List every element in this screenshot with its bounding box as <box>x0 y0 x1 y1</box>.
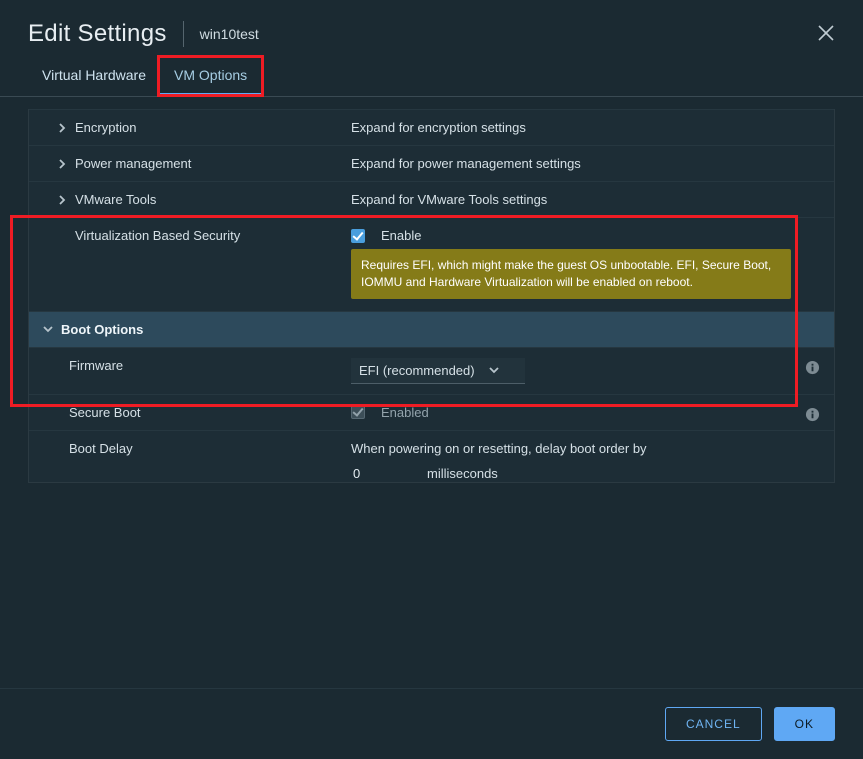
row-secure-boot: Secure Boot Enabled <box>29 394 834 430</box>
title-divider <box>183 21 184 47</box>
dialog-tabs: Virtual Hardware VM Options <box>0 58 863 97</box>
power-label: Power management <box>75 156 191 171</box>
boot-delay-help: When powering on or resetting, delay boo… <box>351 441 647 456</box>
firmware-select[interactable]: EFI (recommended) <box>351 358 525 384</box>
vbs-warning: Requires EFI, which might make the guest… <box>351 249 791 299</box>
tools-label: VMware Tools <box>75 192 156 207</box>
chevron-right-icon <box>57 123 67 133</box>
tools-hint: Expand for VMware Tools settings <box>351 192 547 207</box>
info-icon[interactable] <box>805 360 820 375</box>
secure-boot-wrapper: Enabled <box>351 405 429 420</box>
vm-name: win10test <box>200 26 259 42</box>
secure-boot-checkbox <box>351 405 365 419</box>
vbs-enable-wrapper[interactable]: Enable <box>351 228 421 243</box>
encryption-label: Encryption <box>75 120 136 135</box>
firmware-label: Firmware <box>69 358 123 373</box>
row-boot-options[interactable]: Boot Options <box>29 311 834 347</box>
boot-delay-label: Boot Delay <box>69 441 133 456</box>
row-vmware-tools[interactable]: VMware Tools Expand for VMware Tools set… <box>29 181 834 217</box>
row-vbs: Virtualization Based Security Enable Req… <box>29 217 834 311</box>
dialog-footer: CANCEL OK <box>0 688 863 759</box>
row-encryption[interactable]: Encryption Expand for encryption setting… <box>29 109 834 145</box>
boot-delay-unit: milliseconds <box>427 466 498 481</box>
ok-button[interactable]: OK <box>774 707 835 741</box>
row-firmware: Firmware EFI (recommended) <box>29 347 834 394</box>
chevron-down-icon <box>489 365 499 375</box>
row-power-management[interactable]: Power management Expand for power manage… <box>29 145 834 181</box>
vbs-label: Virtualization Based Security <box>75 228 240 243</box>
settings-list[interactable]: Encryption Expand for encryption setting… <box>28 109 835 483</box>
secure-boot-enabled-label: Enabled <box>381 405 429 420</box>
tab-virtual-hardware[interactable]: Virtual Hardware <box>28 58 160 96</box>
boot-options-label: Boot Options <box>61 322 143 337</box>
firmware-value: EFI (recommended) <box>359 363 475 378</box>
close-icon[interactable] <box>817 24 835 47</box>
edit-settings-dialog: Edit Settings win10test Virtual Hardware… <box>0 0 863 759</box>
chevron-right-icon <box>57 159 67 169</box>
content-area: Encryption Expand for encryption setting… <box>0 97 863 688</box>
boot-delay-input[interactable] <box>351 462 417 483</box>
encryption-hint: Expand for encryption settings <box>351 120 526 135</box>
tab-vm-options[interactable]: VM Options <box>160 58 261 96</box>
vbs-enable-checkbox[interactable] <box>351 229 365 243</box>
chevron-down-icon <box>43 324 53 334</box>
row-boot-delay: Boot Delay When powering on or resetting… <box>29 430 834 483</box>
dialog-title: Edit Settings <box>28 20 167 48</box>
secure-boot-label: Secure Boot <box>69 405 141 420</box>
info-icon[interactable] <box>805 407 820 422</box>
chevron-right-icon <box>57 195 67 205</box>
power-hint: Expand for power management settings <box>351 156 581 171</box>
dialog-header: Edit Settings win10test <box>0 0 863 58</box>
vbs-enable-label: Enable <box>381 228 421 243</box>
cancel-button[interactable]: CANCEL <box>665 707 762 741</box>
